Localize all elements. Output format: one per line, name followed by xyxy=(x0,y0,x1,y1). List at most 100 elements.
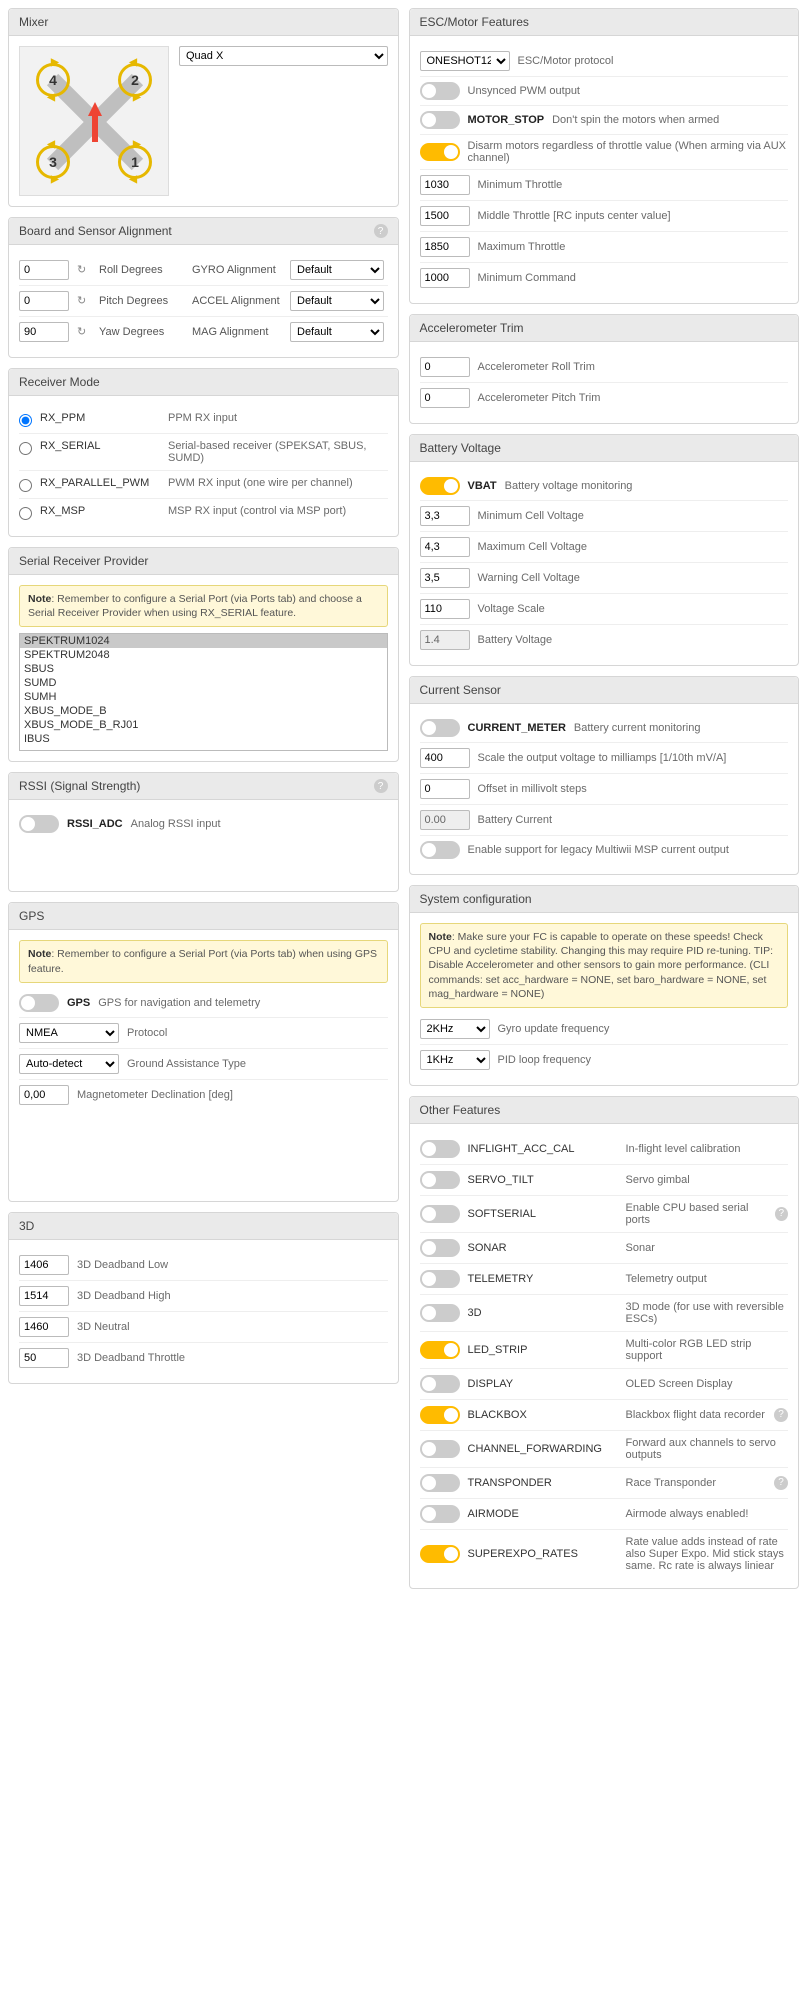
pitch-degrees-input[interactable] xyxy=(19,291,69,311)
roll-degrees-input[interactable] xyxy=(19,260,69,280)
receiver-desc: MSP RX input (control via MSP port) xyxy=(168,505,388,517)
serial-option[interactable]: SUMD xyxy=(20,676,387,690)
feature-desc: Blackbox flight data recorder xyxy=(626,1409,765,1421)
receiver-radio-RX_SERIAL[interactable] xyxy=(19,442,32,455)
feature-name: BLACKBOX xyxy=(468,1409,618,1421)
serial-option[interactable]: IBUS xyxy=(20,732,387,746)
board-alignment-panel: Board and Sensor Alignment? ↻ Roll Degre… xyxy=(8,217,399,358)
rotate-icon: ↻ xyxy=(77,325,91,339)
mixer-title: Mixer xyxy=(9,9,398,36)
receiver-desc: PPM RX input xyxy=(168,412,388,424)
gps-ground-select[interactable]: Auto-detect xyxy=(19,1054,119,1074)
feature-toggle-AIRMODE[interactable] xyxy=(420,1505,460,1523)
mag-alignment-select[interactable]: Default xyxy=(290,322,384,342)
accel-pitch-trim-input[interactable] xyxy=(420,388,470,408)
feature-toggle-BLACKBOX[interactable] xyxy=(420,1406,460,1424)
feature-desc: Multi-color RGB LED strip support xyxy=(626,1338,789,1362)
current-meter-toggle[interactable] xyxy=(420,719,460,737)
motor-stop-toggle[interactable] xyxy=(420,111,460,129)
gps-toggle[interactable] xyxy=(19,994,59,1012)
help-icon[interactable]: ? xyxy=(774,1408,788,1422)
feature-toggle-SONAR[interactable] xyxy=(420,1239,460,1257)
pid-freq-select[interactable]: 1KHz xyxy=(420,1050,490,1070)
feature-toggle-TRANSPONDER[interactable] xyxy=(420,1474,460,1492)
serial-option[interactable]: SPEKTRUM2048 xyxy=(20,648,387,662)
feature-toggle-SERVO_TILT[interactable] xyxy=(420,1171,460,1189)
current-title: Current Sensor xyxy=(410,677,799,704)
help-icon[interactable]: ? xyxy=(374,224,388,238)
mixer-panel: Mixer 4▶◀ 2◀▶ 3◀▶ 1▶◀ Quad X xyxy=(8,8,399,207)
mixer-type-select[interactable]: Quad X xyxy=(179,46,388,66)
min-cell-voltage-input[interactable] xyxy=(420,506,470,526)
gyro-alignment-select[interactable]: Default xyxy=(290,260,384,280)
feature-toggle-CHANNEL_FORWARDING[interactable] xyxy=(420,1440,460,1458)
esc-protocol-select[interactable]: ONESHOT125 xyxy=(420,51,510,71)
system-title: System configuration xyxy=(410,886,799,913)
current-scale-input[interactable] xyxy=(420,748,470,768)
receiver-radio-RX_PPM[interactable] xyxy=(19,414,32,427)
serial-option[interactable]: XBUS_MODE_B xyxy=(20,704,387,718)
current-panel: Current Sensor CURRENT_METER Battery cur… xyxy=(409,676,800,875)
rssi-adc-toggle[interactable] xyxy=(19,815,59,833)
serial-option[interactable]: SPEKTRUM1024 xyxy=(20,634,387,648)
feature-toggle-SOFTSERIAL[interactable] xyxy=(420,1205,460,1223)
legacy-msp-toggle[interactable] xyxy=(420,841,460,859)
feature-name: SUPEREXPO_RATES xyxy=(468,1548,618,1560)
serial-note: Note: Remember to configure a Serial Por… xyxy=(19,585,388,627)
accel-roll-trim-input[interactable] xyxy=(420,357,470,377)
vbat-toggle[interactable] xyxy=(420,477,460,495)
feature-toggle-SUPEREXPO_RATES[interactable] xyxy=(420,1545,460,1563)
feature-toggle-3D[interactable] xyxy=(420,1304,460,1322)
receiver-label: RX_PARALLEL_PWM xyxy=(40,477,160,489)
feature-toggle-INFLIGHT_ACC_CAL[interactable] xyxy=(420,1140,460,1158)
help-icon[interactable]: ? xyxy=(774,1476,788,1490)
disarm-toggle[interactable] xyxy=(420,143,460,161)
serial-provider-list[interactable]: SPEKTRUM1024SPEKTRUM2048SBUSSUMDSUMHXBUS… xyxy=(19,633,388,751)
feature-toggle-LED_STRIP[interactable] xyxy=(420,1341,460,1359)
gps-note: Note: Remember to configure a Serial Por… xyxy=(19,940,388,982)
feature-desc: OLED Screen Display xyxy=(626,1378,733,1390)
yaw-degrees-input[interactable] xyxy=(19,322,69,342)
feature-name: 3D xyxy=(468,1307,618,1319)
board-title: Board and Sensor Alignment xyxy=(19,224,172,238)
rotate-icon: ↻ xyxy=(77,294,91,308)
mag-declination-input[interactable] xyxy=(19,1085,69,1105)
motor-4-icon: 4▶◀ xyxy=(36,63,70,97)
battery-panel: Battery Voltage VBAT Battery voltage mon… xyxy=(409,434,800,666)
feature-name: SOFTSERIAL xyxy=(468,1208,618,1220)
unsynced-pwm-toggle[interactable] xyxy=(420,82,460,100)
features-title: Other Features xyxy=(410,1097,799,1124)
feature-name: SONAR xyxy=(468,1242,618,1254)
3d-deadband-high-input[interactable] xyxy=(19,1286,69,1306)
feature-desc: Forward aux channels to servo outputs xyxy=(626,1437,789,1461)
accel-alignment-select[interactable]: Default xyxy=(290,291,384,311)
min-throttle-input[interactable] xyxy=(420,175,470,195)
gps-title: GPS xyxy=(9,903,398,930)
accel-trim-title: Accelerometer Trim xyxy=(410,315,799,342)
current-offset-input[interactable] xyxy=(420,779,470,799)
receiver-radio-RX_PARALLEL_PWM[interactable] xyxy=(19,479,32,492)
gyro-freq-select[interactable]: 2KHz xyxy=(420,1019,490,1039)
max-cell-voltage-input[interactable] xyxy=(420,537,470,557)
feature-desc: 3D mode (for use with reversible ESCs) xyxy=(626,1301,789,1325)
gps-protocol-select[interactable]: NMEA xyxy=(19,1023,119,1043)
feature-toggle-DISPLAY[interactable] xyxy=(420,1375,460,1393)
mid-throttle-input[interactable] xyxy=(420,206,470,226)
voltage-scale-input[interactable] xyxy=(420,599,470,619)
max-throttle-input[interactable] xyxy=(420,237,470,257)
serial-option[interactable]: SBUS xyxy=(20,662,387,676)
help-icon[interactable]: ? xyxy=(775,1207,788,1221)
receiver-radio-RX_MSP[interactable] xyxy=(19,507,32,520)
warn-cell-voltage-input[interactable] xyxy=(420,568,470,588)
3d-deadband-throttle-input[interactable] xyxy=(19,1348,69,1368)
help-icon[interactable]: ? xyxy=(374,779,388,793)
3d-deadband-low-input[interactable] xyxy=(19,1255,69,1275)
serial-option[interactable]: SUMH xyxy=(20,690,387,704)
feature-toggle-TELEMETRY[interactable] xyxy=(420,1270,460,1288)
3d-neutral-input[interactable] xyxy=(19,1317,69,1337)
receiver-title: Receiver Mode xyxy=(9,369,398,396)
receiver-mode-panel: Receiver Mode RX_PPM PPM RX input RX_SER… xyxy=(8,368,399,537)
serial-option[interactable]: XBUS_MODE_B_RJ01 xyxy=(20,718,387,732)
min-command-input[interactable] xyxy=(420,268,470,288)
features-panel: Other Features INFLIGHT_ACC_CAL In-fligh… xyxy=(409,1096,800,1589)
